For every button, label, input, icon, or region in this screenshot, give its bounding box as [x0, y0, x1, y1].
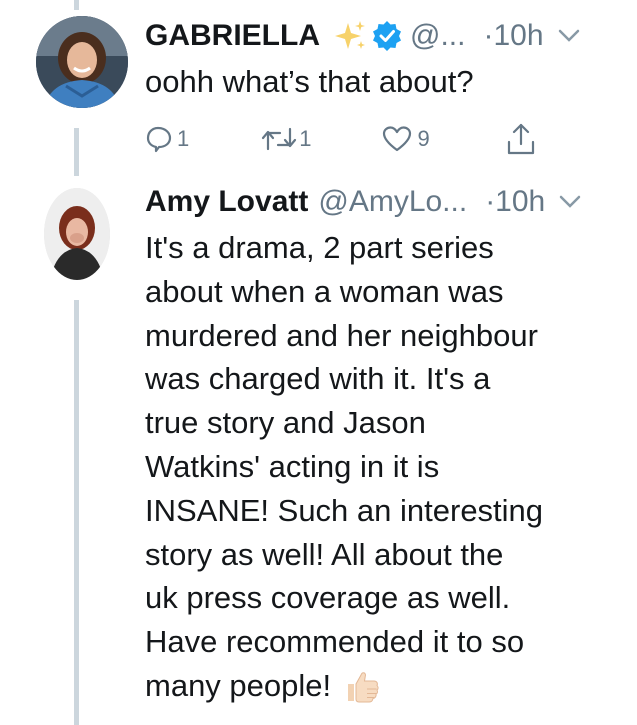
- tweet-2-line: was charged with it. It's a: [145, 361, 491, 397]
- tweet-2-line: murdered and her neighbour: [145, 317, 538, 353]
- tweet-2-line: Watkins' acting in it is: [145, 448, 440, 484]
- tweet-2-line: many people!: [145, 667, 332, 703]
- tweet-2-last-line: many people!: [145, 664, 615, 708]
- thread-line-middle: [74, 128, 79, 176]
- retweet-button[interactable]: 1: [261, 125, 312, 153]
- tweet-2-header: Amy Lovatt @AmyLo... ·10h: [145, 182, 581, 222]
- avatar-amy-image: [44, 188, 110, 280]
- thread-line-bottom: [74, 300, 79, 725]
- share-icon: [507, 123, 534, 155]
- timestamp[interactable]: ·10h: [485, 185, 545, 219]
- like-count: 9: [417, 126, 430, 151]
- tweet-1-header: GABRIELLA @... ·10h: [145, 16, 580, 56]
- tweet-1-text: oohh what’s that about?: [145, 64, 474, 99]
- like-button[interactable]: 9: [382, 125, 430, 153]
- reply-count: 1: [177, 126, 190, 151]
- tweet-1-actions: 1 1 9: [145, 122, 536, 156]
- tweet-2-text: It's a drama, 2 part series about when a…: [145, 226, 615, 708]
- display-name[interactable]: Amy Lovatt: [145, 185, 308, 219]
- thread-line-top: [74, 0, 79, 10]
- thumbs-up-emoji: [343, 667, 381, 705]
- share-button[interactable]: [506, 122, 536, 156]
- avatar-gabriella-image: [36, 16, 128, 108]
- tweet-2-line: story as well! All about the: [145, 536, 504, 572]
- tweet-2-line: uk press coverage as well.: [145, 580, 511, 616]
- tweet-2-line: INSANE! Such an interesting: [145, 492, 544, 528]
- tweet-2-line: Have recommended it to so: [145, 624, 525, 660]
- handle[interactable]: @AmyLo...: [318, 185, 467, 219]
- avatar-gabriella[interactable]: [36, 16, 128, 108]
- timestamp[interactable]: ·10h: [483, 19, 543, 53]
- verified-badge-icon: [372, 21, 402, 51]
- retweet-icon: [262, 127, 297, 151]
- tweet-2-line: true story and Jason: [145, 405, 426, 441]
- retweet-count: 1: [299, 126, 312, 151]
- display-name[interactable]: GABRIELLA: [145, 19, 320, 53]
- handle[interactable]: @...: [410, 19, 465, 53]
- heart-icon: [382, 126, 411, 152]
- tweet-2-line: about when a woman was: [145, 273, 504, 309]
- tweet-2-line: It's a drama, 2 part series: [145, 230, 494, 265]
- chevron-down-icon[interactable]: [559, 195, 581, 209]
- reply-icon: [146, 126, 172, 153]
- reply-button[interactable]: 1: [145, 125, 189, 153]
- avatar-amy-lovatt[interactable]: [44, 188, 110, 280]
- sparkles-icon: [332, 19, 366, 53]
- chevron-down-icon[interactable]: [558, 29, 580, 43]
